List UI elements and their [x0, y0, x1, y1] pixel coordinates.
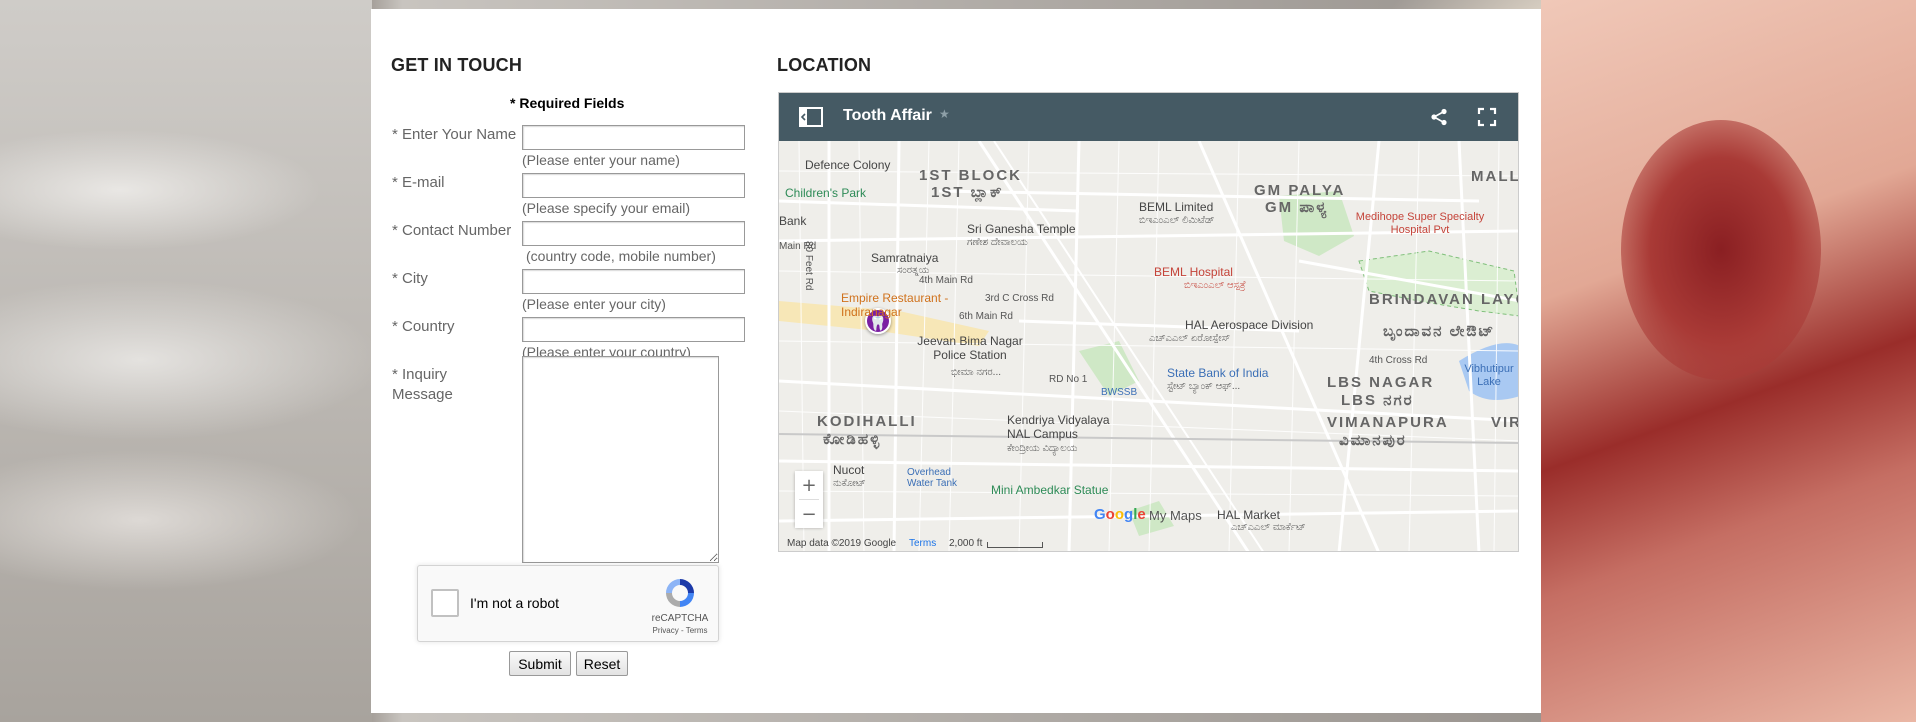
reset-button[interactable]: Reset: [576, 651, 628, 676]
map-label: ಭೀಮಾ ನಗರ...: [951, 367, 1002, 378]
map-label: Main Rd: [779, 241, 817, 252]
recaptcha-checkbox[interactable]: [431, 589, 459, 617]
map-label: ವಿಮಾನಪುರ: [1339, 432, 1407, 449]
city-label: * City: [392, 270, 428, 287]
map-label: 4th Cross Rd: [1369, 355, 1428, 366]
message-textarea[interactable]: [522, 356, 719, 563]
map-label: Sri Ganesha Temple: [967, 222, 1076, 236]
recaptcha-brand: reCAPTCHA: [651, 613, 709, 624]
message-label: * Inquiry Message: [392, 366, 453, 403]
map-label: GM ಪಾಳ್ಯ: [1265, 199, 1329, 216]
fullscreen-icon[interactable]: [1477, 107, 1497, 127]
email-hint: (Please specify your email): [522, 200, 691, 216]
map-label: BRINDAVAN LAYOUT: [1369, 291, 1518, 308]
zoom-in-button[interactable]: +: [795, 471, 823, 499]
content-panel: GET IN TOUCH LOCATION * Required Fields …: [371, 9, 1541, 713]
map-label: 1ST ಬ್ಲಾಕ್: [931, 184, 1004, 201]
map-header: Tooth Affair ★: [779, 93, 1518, 141]
map-label: ಕೇಂದ್ರೀಯ ವಿದ್ಯಾಲಯ: [1007, 443, 1078, 454]
location-heading: LOCATION: [777, 55, 872, 75]
map-scale-label: 2,000 ft: [949, 538, 983, 549]
map-label: Nucot: [833, 463, 865, 477]
map-label: ನುಕೋಟ್: [833, 478, 866, 489]
map-label: Defence Colony: [805, 158, 891, 172]
map-label: 3rd C Cross Rd: [985, 293, 1054, 304]
country-label: * Country: [392, 318, 455, 335]
map-terms-link[interactable]: Terms: [909, 538, 936, 549]
city-hint: (Please enter your city): [522, 296, 666, 312]
map-label: VIMANAPURA: [1327, 414, 1449, 431]
star-icon[interactable]: ★: [939, 107, 950, 121]
contact-number-input[interactable]: [522, 221, 745, 246]
map-canvas[interactable]: 🦷 Defence Colony Children's Park 1ST BLO…: [779, 141, 1519, 551]
share-icon[interactable]: [1430, 108, 1448, 126]
map-label: ಗಣೇಶ ದೇವಾಲಯ: [967, 237, 1028, 248]
zoom-controls: + −: [795, 471, 823, 528]
map-label: ಬಿಇಎಂಎಲ್ ಲಿಮಿಟೆಡ್: [1139, 215, 1215, 226]
map-label: State Bank of India: [1167, 366, 1269, 380]
map-label: Overhead Water Tank: [907, 467, 958, 489]
map-label: Jeevan Bima Nagar Police Station: [917, 334, 1023, 362]
email-label: * E-mail: [392, 174, 445, 191]
map-label: RD No 1: [1049, 374, 1088, 385]
map-scale-bar: [987, 542, 1043, 548]
background-photo-right: [1541, 0, 1916, 722]
submit-button[interactable]: Submit: [509, 651, 571, 676]
map-label: Vibhutipur Lake: [1464, 363, 1514, 388]
zoom-out-button[interactable]: −: [795, 500, 823, 528]
sidebar-toggle-icon[interactable]: [799, 107, 823, 127]
map-footer: Map data ©2019 Google Terms 2,000 ft: [779, 537, 1518, 551]
contact-number-label: * Contact Number: [392, 222, 512, 239]
name-input[interactable]: [522, 125, 745, 150]
email-input[interactable]: [522, 173, 745, 198]
map-label: ಎಚ್ಎಎಲ್ ಮಾರ್ಕೆಟ್: [1231, 522, 1306, 533]
background-photo-left: [0, 0, 372, 722]
map-label: HAL Market: [1217, 508, 1280, 522]
map-embed[interactable]: Tooth Affair ★ 🦷 Defence Colony Children…: [778, 92, 1519, 552]
map-label: LBS ನಗರ: [1341, 392, 1414, 409]
map-label: HAL Aerospace Division: [1185, 318, 1314, 332]
map-label: Samratnaiya: [871, 251, 939, 265]
map-label: Medihope Super Specialty Hospital Pvt: [1355, 211, 1485, 236]
map-label: ಸ್ಟೇಟ್ ಬ್ಯಾಂಕ್ ಆಫ್...: [1167, 381, 1241, 392]
map-label: ಕೋಡಿಹಳ್ಳಿ: [823, 431, 882, 448]
map-label: MALLE: [1471, 168, 1518, 185]
name-hint: (Please enter your name): [522, 152, 680, 168]
map-label: 4th Main Rd: [919, 275, 973, 286]
map-label: ಬಿಇಎಂಎಲ್ ಆಸ್ಪತ್ರೆ: [1184, 280, 1246, 291]
map-label: LBS NAGAR: [1327, 374, 1435, 391]
contact-number-hint: (country code, mobile number): [526, 248, 716, 264]
google-logo: Google: [1094, 506, 1146, 523]
city-input[interactable]: [522, 269, 745, 294]
recaptcha-logo-icon: [666, 579, 694, 607]
map-label: KODIHALLI: [817, 413, 917, 430]
map-label: ಎಚ್ಎಎಲ್ ಏರೋಸ್ಪೇಸ್: [1149, 333, 1231, 344]
map-label: BEML Limited: [1139, 200, 1214, 214]
map-label: 1ST BLOCK: [919, 167, 1023, 184]
map-label: Children's Park: [785, 186, 866, 200]
map-label: 6th Main Rd: [959, 311, 1013, 322]
contact-heading: GET IN TOUCH: [391, 55, 523, 75]
map-label: BEML Hospital: [1154, 265, 1233, 279]
recaptcha-privacy-terms-link[interactable]: Privacy - Terms: [646, 626, 714, 635]
required-fields-note: * Required Fields: [510, 95, 625, 111]
map-label: Bank: [779, 214, 807, 228]
recaptcha-widget: I'm not a robot reCAPTCHA Privacy - Term…: [417, 565, 719, 642]
name-label: * Enter Your Name: [392, 126, 517, 143]
my-maps-brand: My Maps: [1149, 508, 1202, 523]
map-data-attribution: Map data ©2019 Google: [787, 538, 897, 549]
map-label: Empire Restaurant - Indiranagar: [841, 291, 949, 319]
map-label: BWSSB: [1101, 387, 1138, 398]
country-input[interactable]: [522, 317, 745, 342]
map-label: Mini Ambedkar Statue: [991, 483, 1109, 497]
map-label: VIR: [1491, 414, 1519, 431]
map-label: ಬೃಂದಾವನ ಲೇಔಟ್: [1383, 323, 1496, 340]
map-label: Kendriya Vidyalaya NAL Campus: [1007, 413, 1110, 441]
recaptcha-label: I'm not a robot: [470, 595, 560, 611]
map-label: GM PALYA: [1254, 182, 1346, 199]
map-title: Tooth Affair: [843, 107, 932, 124]
